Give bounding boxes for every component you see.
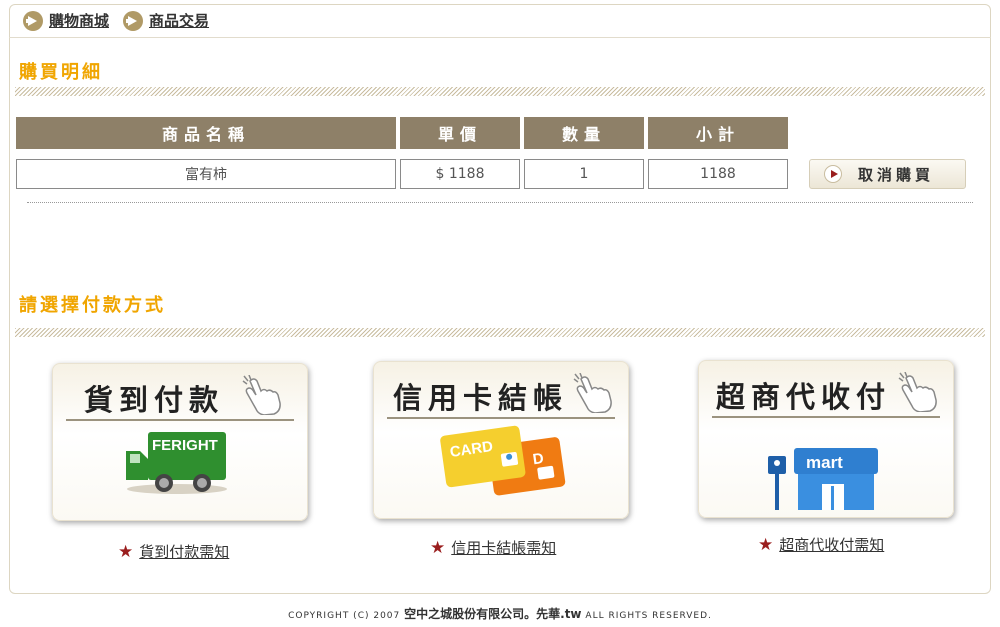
star-icon: ★ [118, 541, 134, 562]
col-header-product-name: 商品名稱 [16, 117, 396, 149]
purchase-section-title: 購買明細 [19, 62, 103, 83]
nav-link-shopping-mall[interactable]: 購物商城 [23, 10, 109, 31]
mart-store-icon: mart [768, 448, 878, 510]
payment-option-title: 信用卡結帳 [393, 381, 569, 415]
star-icon: ★ [430, 537, 446, 558]
star-icon: ★ [758, 534, 774, 555]
payment-option-cod[interactable]: 貨到付款 FERIGHT [52, 363, 308, 521]
cell-product-name: 富有柿 [16, 159, 396, 189]
col-header-quantity: 數量 [524, 117, 644, 149]
mart-sign-label: mart [806, 453, 843, 472]
nav-link-product-trade[interactable]: 商品交易 [123, 10, 209, 31]
col-header-unit-price: 單價 [400, 117, 520, 149]
payment-section-title: 請選擇付款方式 [19, 295, 166, 316]
footer: COPYRIGHT (C) 2007 空中之城股份有限公司。先華.tw ALL … [0, 605, 1000, 622]
card-divider [66, 419, 294, 421]
payment-option-title: 超商代收付 [716, 380, 892, 414]
payment-option-credit-card[interactable]: 信用卡結帳 D CARD [373, 361, 629, 519]
cell-quantity: 1 [524, 159, 644, 189]
credit-card-notice-label[interactable]: 信用卡結帳需知 [451, 537, 556, 558]
convenience-store-notice-label[interactable]: 超商代收付需知 [779, 534, 884, 555]
convenience-store-notice-link[interactable]: ★ 超商代收付需知 [758, 534, 884, 555]
nav-link-label[interactable]: 購物商城 [49, 10, 109, 31]
top-nav: 購物商城 商品交易 [9, 4, 991, 38]
nav-link-label[interactable]: 商品交易 [149, 10, 209, 31]
credit-card-icon: D CARD [440, 425, 566, 496]
section-divider [15, 87, 985, 96]
truck-label: FERIGHT [152, 437, 218, 454]
col-header-subtotal: 小計 [648, 117, 788, 149]
cell-unit-price: $ 1188 [400, 159, 520, 189]
dotted-divider [27, 202, 973, 203]
credit-card-notice-link[interactable]: ★ 信用卡結帳需知 [430, 537, 556, 558]
footer-rights: ALL RIGHTS RESERVED. [585, 611, 712, 621]
pointer-hand-icon [242, 375, 281, 415]
pointer-hand-icon [573, 373, 612, 413]
play-icon [824, 165, 842, 183]
cancel-purchase-button[interactable]: 取消購買 [809, 159, 966, 189]
footer-company: 空中之城股份有限公司。先華.tw [404, 607, 582, 621]
pointer-hand-icon [898, 372, 937, 412]
card-divider [712, 416, 940, 418]
section-divider [15, 328, 985, 337]
footer-copyright: COPYRIGHT (C) 2007 [288, 611, 401, 621]
cod-notice-link[interactable]: ★ 貨到付款需知 [118, 541, 229, 562]
arrow-right-icon [123, 10, 144, 31]
payment-option-convenience-store[interactable]: 超商代收付 mart [698, 360, 954, 518]
cod-notice-label[interactable]: 貨到付款需知 [139, 541, 229, 562]
payment-option-title: 貨到付款 [84, 383, 225, 417]
freight-truck-icon: FERIGHT [126, 432, 227, 494]
card-divider [387, 417, 615, 419]
cell-subtotal: 1188 [648, 159, 788, 189]
cancel-purchase-label: 取消購買 [858, 165, 935, 184]
arrow-right-icon [23, 10, 43, 31]
